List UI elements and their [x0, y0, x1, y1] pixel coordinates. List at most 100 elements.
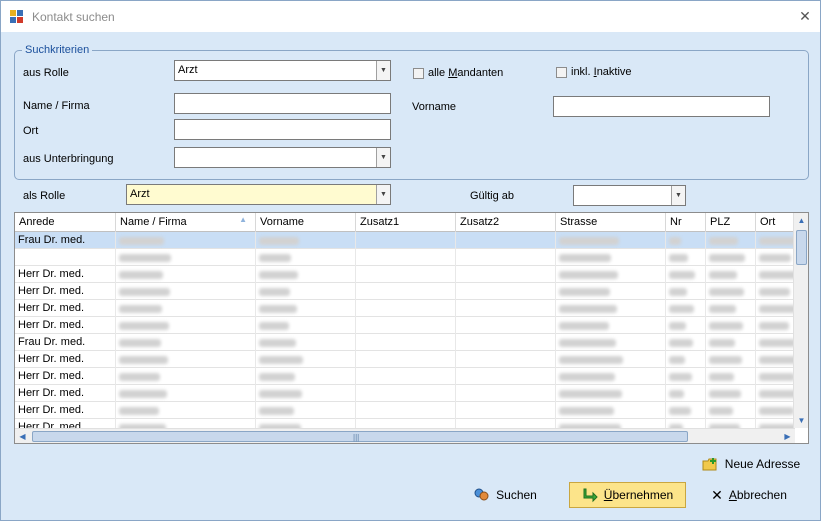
table-row[interactable]: Herr Dr. med. [15, 300, 795, 317]
table-cell [666, 249, 706, 266]
table-row[interactable]: Herr Dr. med. [15, 283, 795, 300]
column-header-vorname[interactable]: Vorname [256, 213, 356, 232]
table-cell: Herr Dr. med. [15, 385, 116, 402]
column-header-strasse[interactable]: Strasse [556, 213, 666, 232]
redacted-value [559, 288, 610, 296]
column-header-zusatz1[interactable]: Zusatz1 [356, 213, 456, 232]
alle-mandanten-checkbox[interactable]: alle Mandanten [413, 67, 503, 79]
column-header-ort[interactable]: Ort [756, 213, 795, 232]
abbrechen-button[interactable]: ✕ Abbrechen [707, 482, 791, 508]
table-row[interactable]: Frau Dr. med. [15, 232, 795, 249]
table-cell [556, 419, 666, 428]
redacted-value [259, 237, 299, 245]
hotkey-letter: M [448, 67, 458, 79]
vorname-input[interactable] [553, 96, 770, 117]
table-cell [706, 385, 756, 402]
table-cell [556, 368, 666, 385]
column-header-plz[interactable]: PLZ [706, 213, 756, 232]
redacted-value [669, 356, 685, 364]
vertical-scrollbar[interactable]: ▲ ▼ [793, 213, 808, 428]
ort-input[interactable] [174, 119, 391, 140]
ort-label: Ort [23, 125, 39, 137]
table-row[interactable]: Frau Dr. med. [15, 334, 795, 351]
unterbringung-combo[interactable]: ▼ [174, 147, 391, 168]
scroll-thumb[interactable]: ||| [32, 431, 688, 442]
chevron-down-icon[interactable]: ▼ [376, 185, 390, 204]
scroll-up-icon[interactable]: ▲ [794, 213, 808, 228]
gueltig-ab-date[interactable]: ▼ [573, 185, 686, 206]
table-cell [556, 300, 666, 317]
title-bar: Kontakt suchen ✕ [1, 1, 820, 32]
rolle-combo[interactable]: Arzt ▼ [174, 60, 391, 81]
name-input[interactable] [174, 93, 391, 114]
table-cell [456, 232, 556, 249]
table-cell [756, 317, 795, 334]
chevron-down-icon[interactable]: ▼ [671, 186, 685, 205]
uebernehmen-button[interactable]: Übernehmen [569, 482, 686, 508]
checkbox-box[interactable] [556, 66, 567, 78]
scroll-thumb[interactable] [796, 230, 807, 265]
uebernehmen-label: Übernehmen [604, 488, 673, 502]
inkl-inaktive-checkbox[interactable]: inkl. Inaktive [556, 66, 632, 78]
table-row[interactable]: Herr Dr. med. [15, 368, 795, 385]
checkbox-box[interactable] [413, 67, 424, 79]
redacted-value [669, 254, 688, 262]
scroll-down-icon[interactable]: ▼ [794, 413, 808, 428]
table-cell [116, 283, 256, 300]
table-row[interactable]: Herr Dr. med. [15, 385, 795, 402]
redacted-value [759, 322, 789, 330]
redacted-value [669, 305, 694, 313]
column-header-anrede[interactable]: Anrede [15, 213, 116, 232]
redacted-value [119, 305, 162, 313]
redacted-value [709, 322, 743, 330]
table-cell [706, 419, 756, 428]
hotkey-letter: A [728, 488, 737, 502]
chevron-down-icon[interactable]: ▼ [376, 61, 390, 80]
table-row[interactable]: Herr Dr. med. [15, 317, 795, 334]
redacted-value [759, 305, 794, 313]
redacted-value [759, 356, 794, 364]
scroll-left-icon[interactable]: ◀ [15, 429, 30, 443]
redacted-value [669, 271, 695, 279]
suchen-button[interactable]: Suchen [467, 482, 542, 508]
table-cell [256, 334, 356, 351]
grid-header: Anrede Name / Firma ▲ Vorname Zusatz1 Zus… [15, 213, 795, 232]
table-row[interactable]: Herr Dr. med. [15, 266, 795, 283]
redacted-value [259, 373, 295, 381]
table-cell: Herr Dr. med. [15, 300, 116, 317]
redacted-value [119, 237, 164, 245]
table-row[interactable] [15, 249, 795, 266]
grip-icon: ||| [353, 433, 360, 442]
table-row[interactable]: Herr Dr. med. [15, 351, 795, 368]
table-cell [706, 232, 756, 249]
scroll-right-icon[interactable]: ▶ [780, 429, 795, 443]
redacted-value [119, 407, 159, 415]
column-header-label: Name / Firma [120, 216, 187, 228]
chevron-down-icon[interactable]: ▼ [376, 148, 390, 167]
table-cell [666, 300, 706, 317]
table-cell [356, 419, 456, 428]
column-header-name[interactable]: Name / Firma ▲ [116, 213, 256, 232]
column-header-zusatz2[interactable]: Zusatz2 [456, 213, 556, 232]
table-row[interactable]: Herr Dr. med. [15, 402, 795, 419]
redacted-value [709, 373, 734, 381]
horizontal-scrollbar[interactable]: ◀ ||| ▶ [15, 428, 795, 443]
close-icon[interactable]: ✕ [790, 1, 820, 32]
label-part: alle [428, 67, 449, 79]
neue-adresse-button[interactable]: Neue Adresse [701, 451, 801, 477]
table-cell: Herr Dr. med. [15, 283, 116, 300]
inkl-inaktive-label: inkl. Inaktive [571, 66, 632, 78]
column-header-nr[interactable]: Nr [666, 213, 706, 232]
redacted-value [559, 390, 622, 398]
table-cell [456, 351, 556, 368]
table-cell [256, 249, 356, 266]
redacted-value [669, 237, 681, 245]
redacted-value [669, 373, 692, 381]
results-grid[interactable]: Anrede Name / Firma ▲ Vorname Zusatz1 Zus… [14, 212, 809, 444]
table-row[interactable]: Herr Dr. med. [15, 419, 795, 428]
redacted-value [119, 288, 170, 296]
table-cell [706, 283, 756, 300]
label-part: andanten [457, 67, 504, 79]
table-cell [256, 300, 356, 317]
als-rolle-combo[interactable]: Arzt ▼ [126, 184, 391, 205]
